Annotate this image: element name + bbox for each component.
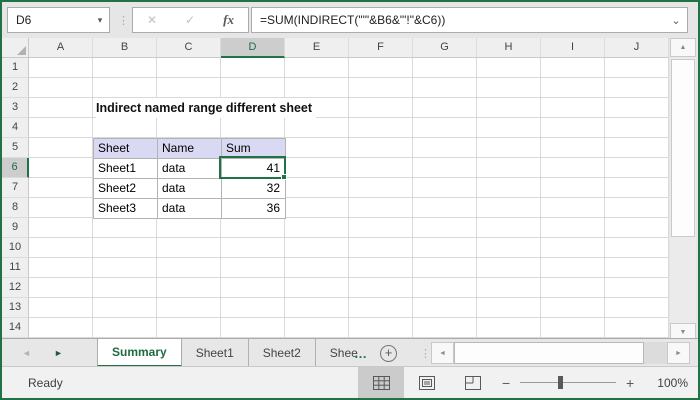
new-sheet-button[interactable]: +: [380, 345, 397, 362]
zoom-in-button[interactable]: +: [626, 367, 634, 399]
row-header-5[interactable]: 5: [2, 138, 29, 158]
row-header-11[interactable]: 11: [2, 258, 29, 278]
name-box-dropdown-icon[interactable]: ▾: [91, 15, 109, 26]
column-header-e[interactable]: E: [285, 38, 349, 58]
tab-sheet2[interactable]: Sheet2: [249, 339, 316, 367]
header-cell-name[interactable]: Name: [158, 139, 222, 159]
table-row: Sheet1 data 41: [94, 159, 286, 179]
cell-c6[interactable]: data: [158, 159, 222, 179]
row-header-12[interactable]: 12: [2, 278, 29, 298]
cell-d6-selected[interactable]: 41: [222, 159, 286, 179]
formula-bar-row: D6 ▾ ⋮ ✕ ✓ fx =SUM(INDIRECT("'"&B6&"'!"&…: [2, 2, 698, 38]
tab-nav-right-icon[interactable]: ►: [54, 339, 63, 367]
select-all-triangle-icon: [17, 46, 26, 55]
select-all-button[interactable]: [2, 38, 29, 58]
enter-icon[interactable]: ✓: [185, 13, 195, 27]
status-bar: Ready −: [2, 366, 698, 398]
row-header-8[interactable]: 8: [2, 198, 29, 218]
normal-view-button[interactable]: [358, 367, 404, 398]
row-header-14[interactable]: 14: [2, 318, 29, 338]
zoom-slider-track[interactable]: [520, 382, 616, 383]
row-header-6-selected[interactable]: 6: [2, 158, 29, 178]
vertical-scrollbar[interactable]: ▲ ▼: [670, 38, 696, 342]
tab-summary-active[interactable]: Summary: [97, 339, 182, 367]
column-header-f[interactable]: F: [349, 38, 413, 58]
row-header-10[interactable]: 10: [2, 238, 29, 258]
vertical-scrollbar-thumb[interactable]: [671, 59, 695, 237]
cell-d7[interactable]: 32: [222, 179, 286, 199]
scroll-left-icon[interactable]: ◄: [431, 342, 454, 364]
name-box[interactable]: D6 ▾: [7, 7, 110, 33]
column-header-h[interactable]: H: [477, 38, 541, 58]
sheet-tab-bar: ◄ ► Summary Sheet1 Sheet2 Shee … + ⋮ ◄ ►: [2, 338, 698, 366]
scroll-up-icon[interactable]: ▲: [670, 38, 696, 57]
cell-b8[interactable]: Sheet3: [94, 199, 158, 219]
title-cell-b3[interactable]: Indirect named range different sheet: [96, 98, 316, 118]
row-header-7[interactable]: 7: [2, 178, 29, 198]
formula-buttons: ✕ ✓ fx: [132, 7, 249, 33]
column-header-c[interactable]: C: [157, 38, 221, 58]
scroll-right-icon[interactable]: ►: [667, 342, 690, 364]
zoom-level-label[interactable]: 100%: [646, 367, 688, 399]
tab-overflow-ellipsis: …: [354, 339, 368, 367]
formula-bar-separator-dots: ⋮: [118, 7, 129, 33]
row-header-13[interactable]: 13: [2, 298, 29, 318]
column-header-j[interactable]: J: [605, 38, 669, 58]
tab-nav-left-icon[interactable]: ◄: [22, 339, 31, 367]
row-header-2[interactable]: 2: [2, 78, 29, 98]
cell-c7[interactable]: data: [158, 179, 222, 199]
excel-window: D6 ▾ ⋮ ✕ ✓ fx =SUM(INDIRECT("'"&B6&"'!"&…: [0, 0, 700, 400]
insert-function-icon[interactable]: fx: [223, 12, 234, 28]
tab-bar-separator-dots[interactable]: ⋮: [420, 339, 431, 367]
status-ready-label: Ready: [28, 367, 63, 399]
header-cell-sum[interactable]: Sum: [222, 139, 286, 159]
row-header-1[interactable]: 1: [2, 58, 29, 78]
fill-handle[interactable]: [281, 174, 287, 180]
header-cell-sheet[interactable]: Sheet: [94, 139, 158, 159]
cell-b6[interactable]: Sheet1: [94, 159, 158, 179]
tab-sheet1[interactable]: Sheet1: [182, 339, 249, 367]
column-header-i[interactable]: I: [541, 38, 605, 58]
column-headers: A B C D E F G H I J: [29, 38, 669, 58]
column-header-a[interactable]: A: [29, 38, 93, 58]
page-layout-icon: [419, 376, 435, 390]
row-header-3[interactable]: 3: [2, 98, 29, 118]
page-layout-view-button[interactable]: [404, 367, 450, 398]
column-header-d-selected[interactable]: D: [221, 38, 285, 58]
row-header-4[interactable]: 4: [2, 118, 29, 138]
row-headers: 1 2 3 4 5 6 7 8 9 10 11 12 13 14: [2, 58, 29, 338]
horizontal-scrollbar-thumb[interactable]: [454, 342, 644, 364]
table-header-row: Sheet Name Sum: [94, 139, 286, 159]
formula-bar-expand-icon[interactable]: ⌄: [665, 14, 687, 27]
formula-text[interactable]: =SUM(INDIRECT("'"&B6&"'!"&C6)): [252, 13, 665, 27]
cancel-icon[interactable]: ✕: [147, 13, 157, 27]
column-header-g[interactable]: G: [413, 38, 477, 58]
zoom-slider-handle[interactable]: [558, 376, 563, 389]
page-break-preview-icon: [465, 376, 481, 390]
cell-c8[interactable]: data: [158, 199, 222, 219]
row-header-9[interactable]: 9: [2, 218, 29, 238]
cell-d8[interactable]: 36: [222, 199, 286, 219]
column-header-b[interactable]: B: [93, 38, 157, 58]
data-table: Sheet Name Sum Sheet1 data 41 Sheet2 dat…: [93, 138, 286, 219]
zoom-out-button[interactable]: −: [502, 367, 510, 399]
page-break-preview-button[interactable]: [450, 367, 496, 398]
normal-view-grid-icon: [373, 376, 390, 390]
sheet-tabs: Summary Sheet1 Sheet2 Shee: [97, 339, 362, 367]
name-box-value[interactable]: D6: [8, 13, 91, 27]
formula-input[interactable]: =SUM(INDIRECT("'"&B6&"'!"&C6)) ⌄: [251, 7, 688, 33]
cell-b7[interactable]: Sheet2: [94, 179, 158, 199]
table-row: Sheet3 data 36: [94, 199, 286, 219]
table-row: Sheet2 data 32: [94, 179, 286, 199]
worksheet-grid: 1 2 3 4 5 6 7 8 9 10 11 12 13 14 Indirec…: [2, 58, 669, 338]
